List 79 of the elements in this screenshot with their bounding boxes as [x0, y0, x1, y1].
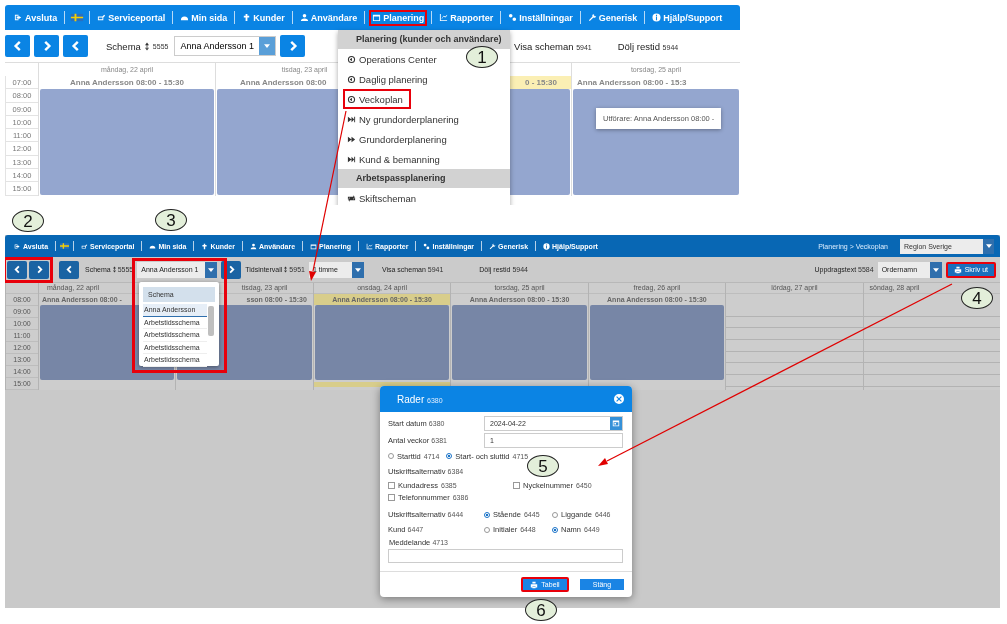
circle-arrow-icon: [347, 54, 356, 64]
nav-link[interactable]: Serviceportal: [94, 9, 169, 26]
sort-icon: [144, 41, 149, 51]
menu-header: Planering (kunder och användare): [338, 30, 510, 49]
close-icon[interactable]: [614, 394, 624, 404]
menu-item[interactable]: Daglig planering: [343, 69, 432, 89]
schema-select[interactable]: Anna Andersson 1: [174, 36, 277, 56]
figure-icon: [242, 13, 252, 22]
skip-forward-icon: [347, 154, 356, 164]
sort-icon: [112, 266, 116, 273]
circle-arrow-icon: [347, 74, 356, 84]
nav-link[interactable]: Hjälp/Support: [649, 9, 726, 26]
previous-button[interactable]: [63, 35, 88, 57]
event-title: Anna Andersson 08:00 - 15:3: [577, 78, 687, 87]
user-icon: [249, 242, 257, 250]
sort-icon: [284, 266, 288, 273]
schema-label: Schema: [106, 40, 141, 52]
menu-item[interactable]: Veckoplan: [343, 89, 411, 109]
event-title: Anna Andersson 08:00: [240, 78, 327, 87]
menu-header: Arbetspassplanering: [338, 169, 510, 188]
sign-out-icon: [14, 13, 23, 22]
printer-icon: [530, 580, 539, 589]
checkbox[interactable]: [388, 482, 395, 489]
menu-item[interactable]: Kund & bemanning: [343, 149, 444, 169]
next-button[interactable]: [280, 35, 306, 57]
caret-icon: [932, 267, 939, 272]
menu-item[interactable]: Operations Center: [343, 49, 441, 69]
circle-arrow-icon: [347, 94, 356, 104]
previous-button[interactable]: [7, 260, 27, 279]
chevron-left-icon: [11, 40, 24, 52]
nav-link[interactable]: Användare: [296, 9, 361, 26]
previous-button[interactable]: [59, 260, 79, 279]
step-number: 2: [12, 210, 44, 232]
step-number: 6: [525, 599, 557, 621]
flag-icon[interactable]: [69, 12, 86, 23]
flag-icon[interactable]: [60, 243, 70, 249]
radio-button[interactable]: [484, 511, 490, 518]
previous-button[interactable]: [5, 35, 30, 57]
menu-item[interactable]: Grundorderplanering: [343, 129, 451, 149]
event-title: Anna Andersson 08:00 - 15:30: [70, 78, 184, 87]
message-field[interactable]: [388, 549, 623, 563]
fast-forward-icon: [347, 134, 356, 144]
caret-icon: [985, 244, 992, 248]
info-icon: [543, 242, 551, 250]
wrench-icon: [587, 13, 597, 22]
caret-icon: [354, 267, 361, 272]
chevron-left-icon: [64, 265, 74, 274]
step-number: 3: [155, 209, 187, 231]
next-button[interactable]: [29, 260, 49, 279]
nav-link[interactable]: Kunder: [239, 9, 288, 26]
menu-item[interactable]: Skiftscheman: [343, 188, 421, 205]
nav-link[interactable]: Min sida: [177, 9, 231, 26]
user-icon: [299, 13, 309, 22]
info-icon: [652, 13, 662, 22]
caret-icon: [264, 44, 271, 48]
skip-forward-icon: [347, 114, 356, 124]
figure-icon: [201, 242, 209, 250]
line-chart-icon: [439, 13, 449, 22]
chevron-left-icon: [69, 40, 82, 52]
checkbox[interactable]: [388, 494, 395, 501]
radio-button[interactable]: [446, 453, 453, 459]
nav-link[interactable]: Generisk: [584, 9, 641, 26]
nav-link[interactable]: Planering: [369, 9, 428, 26]
nav-link[interactable]: Inställningar: [505, 9, 576, 26]
calendar-icon: [372, 13, 382, 22]
nav-link[interactable]: Avsluta: [11, 9, 61, 26]
nav-link[interactable]: Rapporter: [436, 9, 497, 26]
event-title: 0 - 15:30: [524, 78, 557, 87]
caret-icon: [208, 267, 215, 272]
menu-item[interactable]: Ny grundorderplanering: [343, 109, 463, 129]
scrollbar[interactable]: [208, 306, 214, 336]
checkbox[interactable]: [513, 482, 520, 489]
wrench-icon: [489, 242, 497, 250]
calendar-icon: [612, 419, 620, 427]
sign-out-icon: [14, 242, 21, 250]
printer-icon: [953, 265, 962, 274]
radio-button[interactable]: [552, 526, 558, 533]
chevron-left-icon: [12, 265, 22, 274]
next-button[interactable]: [34, 35, 59, 57]
